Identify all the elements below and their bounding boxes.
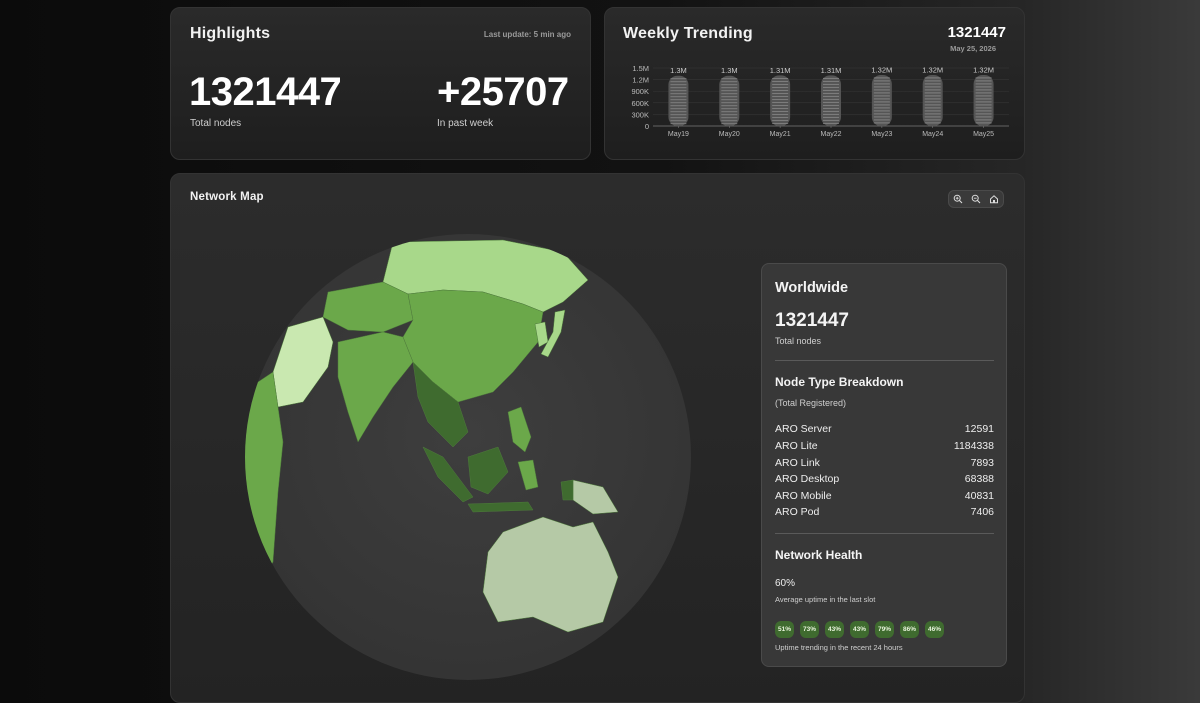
- breakdown-subtitle: (Total Registered): [775, 398, 847, 408]
- y-tick-label: 600K: [631, 99, 649, 108]
- region-new-zealand[interactable]: [640, 636, 662, 663]
- node-type-name: ARO Link: [775, 457, 820, 469]
- node-type-row: ARO Pod 7406: [775, 506, 994, 518]
- uptime-pill: 46%: [925, 621, 944, 638]
- network-map-card: Network Map Worldwide 1321447 Total node…: [170, 173, 1025, 703]
- x-tick-label: May23: [871, 131, 892, 138]
- worldwide-total-label: Total nodes: [775, 336, 822, 346]
- uptime-pill: 43%: [850, 621, 869, 638]
- divider: [775, 360, 994, 361]
- uptime-pill: 73%: [800, 621, 819, 638]
- y-tick-label: 0: [645, 122, 649, 131]
- zoom-out-icon: [971, 194, 981, 204]
- node-type-count: 68388: [964, 473, 994, 485]
- node-type-row: ARO Server 12591: [775, 423, 994, 435]
- bar-value-label: 1.32M: [922, 65, 943, 74]
- node-type-count: 12591: [964, 423, 994, 435]
- bar-value-label: 1.32M: [973, 65, 994, 74]
- x-tick-label: May22: [820, 131, 841, 138]
- chart-bar[interactable]: [871, 74, 892, 126]
- divider: [775, 533, 994, 534]
- bar-value-label: 1.31M: [821, 66, 842, 75]
- health-label: Average uptime in the last slot: [775, 595, 876, 604]
- home-button[interactable]: [987, 192, 1001, 206]
- total-nodes-label: Total nodes: [190, 118, 242, 129]
- bar-value-label: 1.32M: [871, 65, 892, 74]
- y-tick-label: 300K: [631, 110, 649, 119]
- x-tick-label: May20: [719, 131, 740, 138]
- uptime-pill: 51%: [775, 621, 794, 638]
- node-type-count: 7406: [970, 506, 994, 518]
- breakdown-title: Node Type Breakdown: [775, 375, 904, 389]
- zoom-in-button[interactable]: [951, 192, 965, 206]
- node-type-row: ARO Desktop 68388: [775, 473, 994, 485]
- bar-value-label: 1.31M: [770, 66, 791, 75]
- total-nodes-value: 1321447: [189, 70, 342, 114]
- region-west-papua[interactable]: [560, 479, 574, 501]
- trending-title: Weekly Trending: [623, 25, 753, 42]
- chart-bar[interactable]: [922, 74, 943, 126]
- highlights-card: Highlights Last update: 5 min ago 132144…: [170, 7, 591, 160]
- chart-bar[interactable]: [719, 75, 740, 126]
- weekly-trending-chart: 0 300K 600K 900K 1.2M 1.5M 1.3M May19 1.3M May20 1…: [631, 64, 1009, 138]
- x-tick-label: May21: [770, 131, 791, 138]
- health-value: 60%: [775, 578, 796, 589]
- region-java[interactable]: [467, 501, 534, 513]
- y-tick-label: 900K: [631, 87, 649, 96]
- home-icon: [990, 195, 998, 204]
- x-tick-label: May19: [668, 131, 689, 138]
- y-tick-label: 1.5M: [632, 64, 649, 73]
- zoom-out-button[interactable]: [969, 192, 983, 206]
- node-type-name: ARO Server: [775, 423, 832, 435]
- last-update-text: Last update: 5 min ago: [483, 30, 571, 39]
- x-tick-label: May25: [973, 131, 994, 138]
- network-map-title: Network Map: [190, 191, 264, 203]
- bar-value-label: 1.3M: [721, 66, 738, 75]
- chart-bar[interactable]: [668, 75, 689, 126]
- zoom-in-icon: [953, 194, 963, 204]
- chart-bar[interactable]: [821, 75, 841, 126]
- highlights-title: Highlights: [190, 25, 271, 42]
- y-tick-label: 1.2M: [632, 76, 649, 85]
- node-type-name: ARO Pod: [775, 506, 820, 518]
- weekly-trending-card: Weekly Trending 1321447 May 25, 2026 0 30…: [604, 7, 1025, 160]
- past-week-value: +25707: [437, 70, 569, 114]
- worldwide-total: 1321447: [775, 310, 849, 331]
- worldwide-title: Worldwide: [775, 280, 849, 296]
- trending-date: May 25, 2026: [950, 44, 996, 53]
- trending-value: 1321447: [947, 24, 1006, 41]
- uptime-pills: 51% 73% 43% 43% 79% 86% 46%: [775, 621, 944, 638]
- node-type-count: 1184338: [953, 440, 994, 452]
- health-title: Network Health: [775, 548, 863, 562]
- globe-map[interactable]: [243, 232, 693, 682]
- chart-bar[interactable]: [973, 74, 994, 126]
- node-type-name: ARO Desktop: [775, 473, 840, 485]
- uptime-pill: 79%: [875, 621, 894, 638]
- node-type-row: ARO Lite 1184338: [775, 440, 994, 452]
- uptime-label: Uptime trending in the recent 24 hours: [775, 643, 903, 652]
- worldwide-panel: Worldwide 1321447 Total nodes Node Type …: [761, 263, 1007, 667]
- map-controls: [948, 190, 1004, 208]
- node-type-row: ARO Mobile 40831: [775, 490, 994, 502]
- node-type-name: ARO Mobile: [775, 490, 832, 502]
- node-type-row: ARO Link 7893: [775, 457, 994, 469]
- bar-value-label: 1.3M: [670, 66, 687, 75]
- uptime-pill: 86%: [900, 621, 919, 638]
- x-tick-label: May24: [922, 131, 943, 138]
- node-type-count: 7893: [970, 457, 994, 469]
- chart-bar[interactable]: [770, 75, 791, 126]
- past-week-label: In past week: [437, 118, 494, 129]
- uptime-pill: 43%: [825, 621, 844, 638]
- node-type-name: ARO Lite: [775, 440, 818, 452]
- region-australia[interactable]: [482, 516, 619, 633]
- node-type-count: 40831: [964, 490, 994, 502]
